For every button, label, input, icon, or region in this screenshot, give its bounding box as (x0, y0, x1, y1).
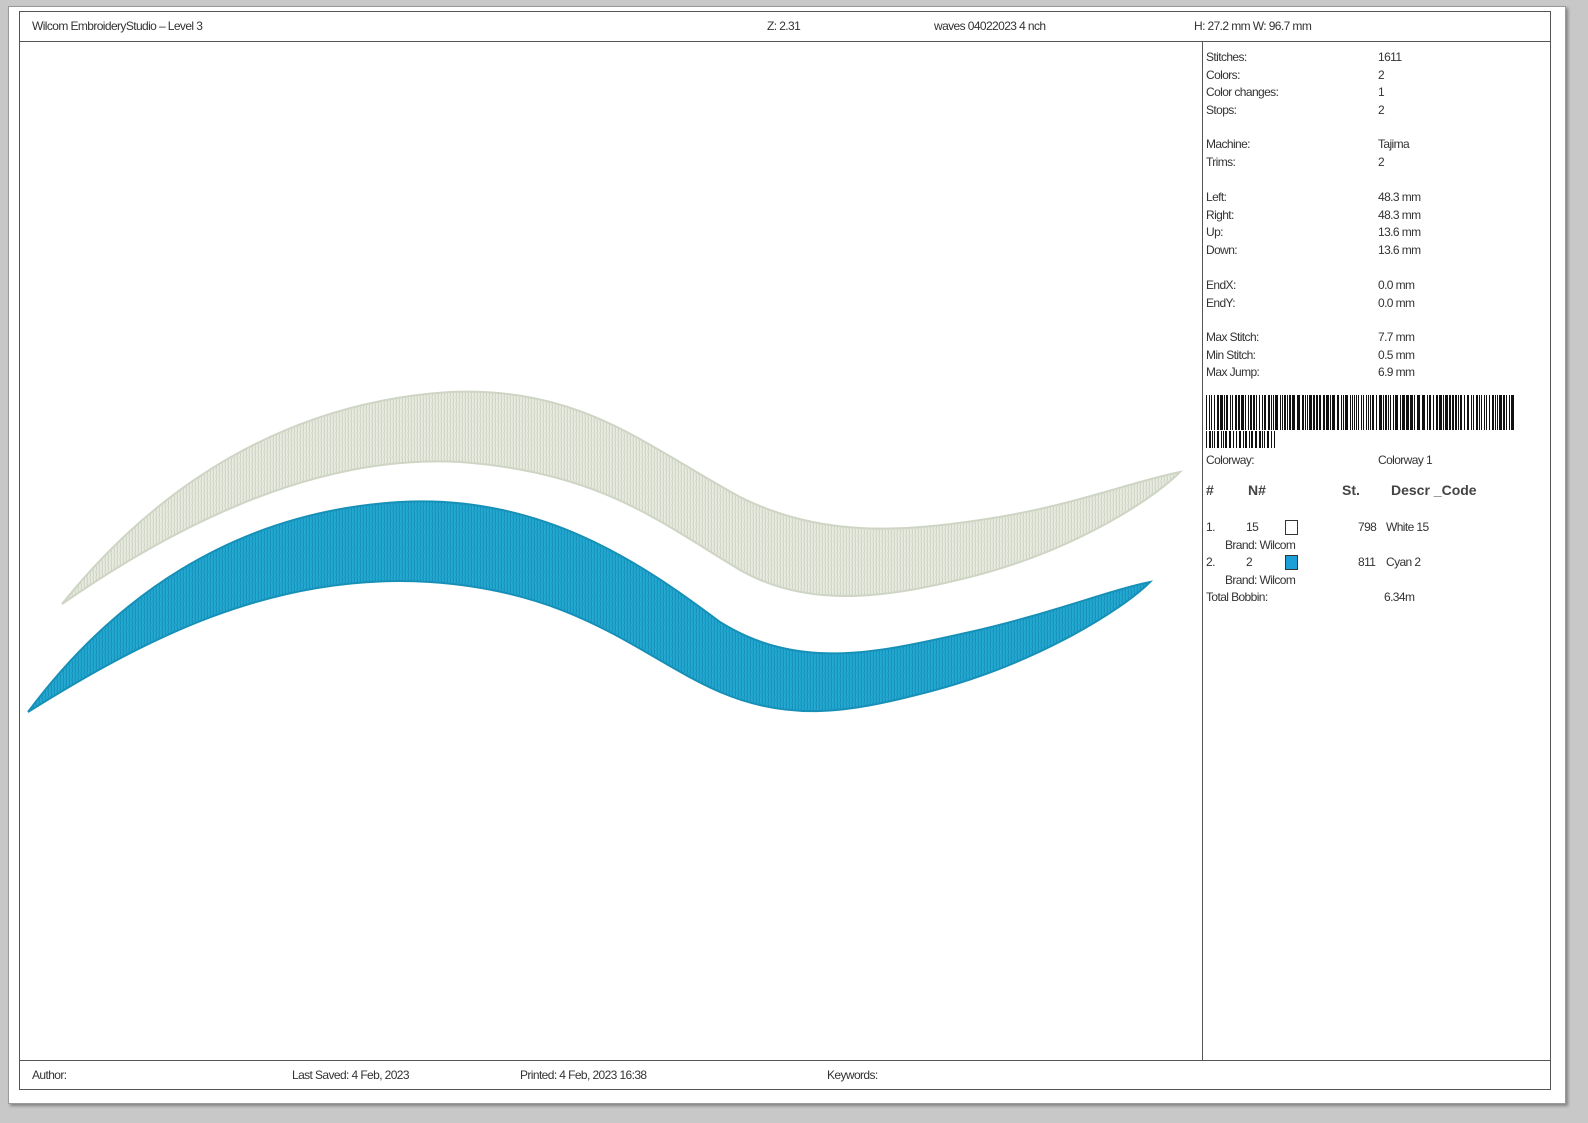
col-st-header: St. (1342, 482, 1360, 498)
total-bobbin-label: Total Bobbin: (1206, 590, 1268, 604)
print-preview-page: Wilcom EmbroideryStudio – Level 3 Z: 2.3… (8, 6, 1566, 1104)
design-preview (20, 42, 1202, 1060)
colorway-label: Colorway: (1206, 453, 1255, 467)
stat-value: 7.7 mm (1378, 330, 1415, 344)
stat-label: Color changes: (1206, 85, 1279, 99)
stat-value: 1 (1378, 85, 1385, 99)
stat-value: 1611 (1378, 50, 1402, 64)
last-saved-field: Last Saved: 4 Feb, 2023 (292, 1068, 410, 1082)
color-row-n: 15 (1246, 520, 1259, 534)
stat-value: 6.9 mm (1378, 365, 1415, 379)
stat-value: 0.5 mm (1378, 348, 1415, 362)
stat-value: 48.3 mm (1378, 208, 1421, 222)
stat-row: Left: 48.3 mm (1206, 190, 1536, 206)
worksheet-header: Wilcom EmbroideryStudio – Level 3 Z: 2.3… (20, 12, 1550, 42)
color-row-brand: Brand: Wilcom (1225, 573, 1296, 587)
stat-row: Max Jump: 6.9 mm (1206, 365, 1536, 381)
stat-label: Machine: (1206, 137, 1251, 151)
color-row-brand: Brand: Wilcom (1225, 538, 1296, 552)
production-worksheet: Wilcom EmbroideryStudio – Level 3 Z: 2.3… (19, 11, 1551, 1090)
stat-label: EndX: (1206, 278, 1236, 292)
stat-row: Min Stitch: 0.5 mm (1206, 348, 1536, 364)
stat-row: Up: 13.6 mm (1206, 225, 1536, 241)
stat-label: Max Stitch: (1206, 330, 1259, 344)
stat-value: 2 (1378, 155, 1385, 169)
colorway-row: Colorway: Colorway 1 (1206, 453, 1536, 469)
stat-row: Colors: 2 (1206, 68, 1536, 84)
col-descr-header: Descr _Code (1391, 482, 1477, 498)
color-row-num: 1. (1206, 520, 1215, 534)
design-name: waves 04022023 4 nch (934, 19, 1046, 33)
printed-field: Printed: 4 Feb, 2023 16:38 (520, 1068, 647, 1082)
stat-label: Stitches: (1206, 50, 1247, 64)
panel-divider (1202, 41, 1203, 1061)
stat-value: 13.6 mm (1378, 225, 1421, 239)
stat-row: Down: 13.6 mm (1206, 243, 1536, 259)
zoom-level: Z: 2.31 (767, 19, 801, 33)
color-row-stitches: 811 (1358, 555, 1376, 569)
stat-value: Tajima (1378, 137, 1410, 151)
stat-label: Up: (1206, 225, 1223, 239)
stat-row: EndY: 0.0 mm (1206, 296, 1536, 312)
stat-label: EndY: (1206, 296, 1236, 310)
stat-label: Stops: (1206, 103, 1237, 117)
color-swatch-white (1285, 520, 1298, 535)
col-n-header: N# (1248, 482, 1266, 498)
total-bobbin-row: Total Bobbin: 6.34m (1206, 590, 1536, 606)
color-row-num: 2. (1206, 555, 1215, 569)
color-row-descr: Cyan 2 (1386, 555, 1421, 569)
color-row-descr: White 15 (1386, 520, 1429, 534)
author-field: Author: (32, 1068, 67, 1082)
stat-row: Stops: 2 (1206, 103, 1536, 119)
stat-value: 13.6 mm (1378, 243, 1421, 257)
keywords-field: Keywords: (827, 1068, 878, 1082)
stat-row: Trims: 2 (1206, 155, 1536, 171)
total-bobbin-value: 6.34m (1384, 590, 1415, 604)
app-title: Wilcom EmbroideryStudio – Level 3 (32, 19, 203, 33)
stat-value: 2 (1378, 68, 1385, 82)
color-swatch-cyan (1285, 555, 1298, 570)
design-size: H: 27.2 mm W: 96.7 mm (1194, 19, 1312, 33)
stat-value: 48.3 mm (1378, 190, 1421, 204)
stat-row: EndX: 0.0 mm (1206, 278, 1536, 294)
color-row-stitches: 798 (1358, 520, 1377, 534)
stat-value: 0.0 mm (1378, 278, 1415, 292)
stat-row: Color changes: 1 (1206, 85, 1536, 101)
stat-row: Machine: Tajima (1206, 137, 1536, 153)
colorway-value: Colorway 1 (1378, 453, 1433, 467)
worksheet-footer: Author: Last Saved: 4 Feb, 2023 Printed:… (20, 1060, 1550, 1089)
waves-design (27, 390, 1184, 713)
color-row-n: 2 (1246, 555, 1253, 569)
stat-row: Right: 48.3 mm (1206, 208, 1536, 224)
stat-label: Colors: (1206, 68, 1240, 82)
stat-label: Right: (1206, 208, 1234, 222)
stat-value: 0.0 mm (1378, 296, 1415, 310)
stat-row: Max Stitch: 7.7 mm (1206, 330, 1536, 346)
stat-label: Down: (1206, 243, 1238, 257)
stat-label: Left: (1206, 190, 1227, 204)
stat-label: Trims: (1206, 155, 1236, 169)
col-num-header: # (1206, 482, 1214, 498)
stat-label: Min Stitch: (1206, 348, 1256, 362)
stat-value: 2 (1378, 103, 1385, 117)
barcode (1206, 395, 1514, 448)
stat-row: Stitches: 1611 (1206, 50, 1536, 66)
stat-label: Max Jump: (1206, 365, 1260, 379)
